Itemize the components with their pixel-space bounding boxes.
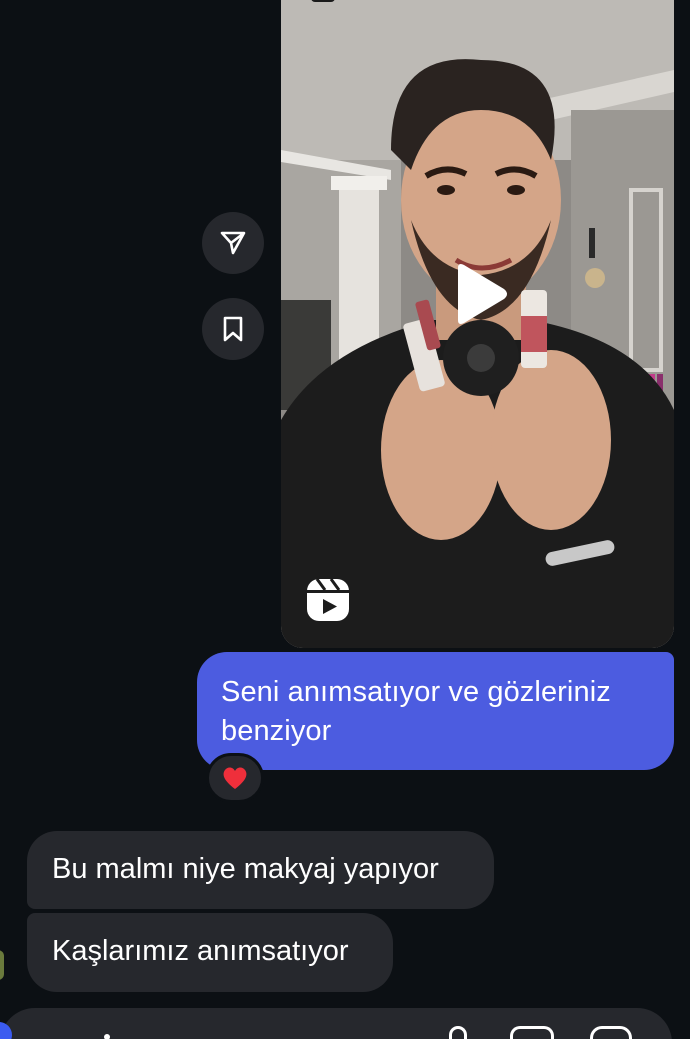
share-button[interactable] bbox=[202, 212, 264, 274]
shared-reel-card[interactable] bbox=[281, 0, 674, 648]
reel-top-indicator bbox=[311, 0, 335, 2]
outgoing-message[interactable]: Seni anımsatıyor ve gözleriniz benziyor bbox=[197, 652, 674, 770]
save-button[interactable] bbox=[202, 298, 264, 360]
heart-reaction[interactable] bbox=[206, 753, 264, 803]
sticker-icon[interactable] bbox=[590, 1026, 632, 1039]
heart-icon bbox=[223, 767, 247, 789]
outgoing-message-line-2: benziyor bbox=[221, 715, 332, 747]
composer-cursor bbox=[104, 1034, 110, 1039]
microphone-icon[interactable] bbox=[449, 1026, 467, 1039]
paper-plane-icon bbox=[220, 231, 246, 255]
dm-thread-screen: Seni anımsatıyor ve gözleriniz benziyor … bbox=[0, 0, 690, 1039]
incoming-message-text: Kaşlarımız anımsatıyor bbox=[52, 935, 349, 967]
sender-avatar[interactable] bbox=[0, 950, 4, 980]
incoming-message-text: Bu malmı niye makyaj yapıyor bbox=[52, 853, 439, 885]
reels-icon bbox=[307, 578, 349, 621]
play-icon[interactable] bbox=[452, 262, 508, 326]
bookmark-icon bbox=[223, 316, 243, 342]
outgoing-message-line-1: Seni anımsatıyor ve gözleriniz bbox=[221, 676, 611, 708]
incoming-message[interactable]: Bu malmı niye makyaj yapıyor bbox=[27, 831, 494, 909]
incoming-message[interactable]: Kaşlarımız anımsatıyor bbox=[27, 913, 393, 992]
message-composer[interactable] bbox=[0, 1008, 672, 1039]
gallery-icon[interactable] bbox=[510, 1026, 554, 1039]
